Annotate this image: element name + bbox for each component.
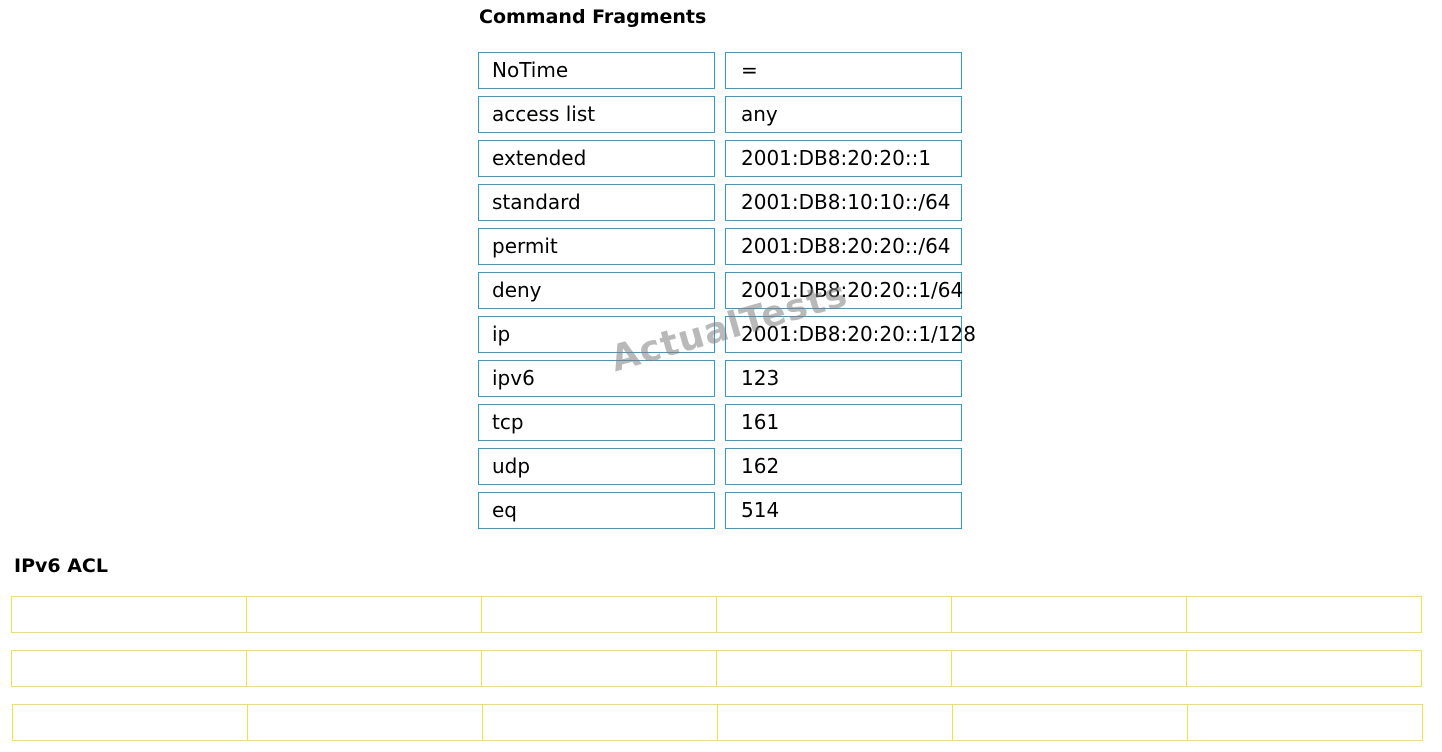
acl-drop-slot[interactable] xyxy=(481,596,717,633)
fragment-eq[interactable]: eq xyxy=(478,492,715,529)
acl-drop-slot[interactable] xyxy=(1186,596,1422,633)
acl-drop-slot[interactable] xyxy=(481,650,717,687)
fragment-permit[interactable]: permit xyxy=(478,228,715,265)
fragment-standard[interactable]: standard xyxy=(478,184,715,221)
fragment-port-161[interactable]: 161 xyxy=(725,404,962,441)
fragment-access-list[interactable]: access list xyxy=(478,96,715,133)
acl-drop-slot[interactable] xyxy=(247,704,483,741)
fragment-udp[interactable]: udp xyxy=(478,448,715,485)
fragment-extended[interactable]: extended xyxy=(478,140,715,177)
fragment-any[interactable]: any xyxy=(725,96,962,133)
acl-drop-slot[interactable] xyxy=(1186,650,1422,687)
fragment-port-162[interactable]: 162 xyxy=(725,448,962,485)
fragment-equals[interactable]: = xyxy=(725,52,962,89)
acl-row-2 xyxy=(11,650,1422,687)
fragment-prefix-10-10[interactable]: 2001:DB8:10:10::/64 xyxy=(725,184,962,221)
acl-row-1 xyxy=(11,596,1422,633)
acl-drop-slot[interactable] xyxy=(246,596,482,633)
fragment-host-address[interactable]: 2001:DB8:20:20::1 xyxy=(725,140,962,177)
acl-drop-slot[interactable] xyxy=(717,704,953,741)
acl-row-3 xyxy=(12,704,1423,741)
acl-drop-slot[interactable] xyxy=(716,650,952,687)
fragment-address-128[interactable]: 2001:DB8:20:20::1/128 xyxy=(725,316,976,353)
acl-drop-slot[interactable] xyxy=(11,596,247,633)
acl-drop-slot[interactable] xyxy=(952,704,1188,741)
ipv6-acl-heading: IPv6 ACL xyxy=(14,555,108,577)
fragment-prefix-20-20[interactable]: 2001:DB8:20:20::/64 xyxy=(725,228,962,265)
fragment-ipv6[interactable]: ipv6 xyxy=(478,360,715,397)
fragment-port-123[interactable]: 123 xyxy=(725,360,962,397)
acl-drop-slot[interactable] xyxy=(246,650,482,687)
fragment-ip[interactable]: ip xyxy=(478,316,715,353)
acl-drop-slot[interactable] xyxy=(1187,704,1423,741)
fragment-port-514[interactable]: 514 xyxy=(725,492,962,529)
acl-drop-slot[interactable] xyxy=(11,650,247,687)
acl-drop-slot[interactable] xyxy=(716,596,952,633)
acl-drop-slot[interactable] xyxy=(12,704,248,741)
acl-drop-slot[interactable] xyxy=(951,650,1187,687)
command-fragments-heading: Command Fragments xyxy=(479,6,707,28)
fragment-deny[interactable]: deny xyxy=(478,272,715,309)
acl-drop-slot[interactable] xyxy=(482,704,718,741)
fragment-notime[interactable]: NoTime xyxy=(478,52,715,89)
fragment-tcp[interactable]: tcp xyxy=(478,404,715,441)
fragment-address-64[interactable]: 2001:DB8:20:20::1/64 xyxy=(725,272,963,309)
acl-drop-slot[interactable] xyxy=(951,596,1187,633)
